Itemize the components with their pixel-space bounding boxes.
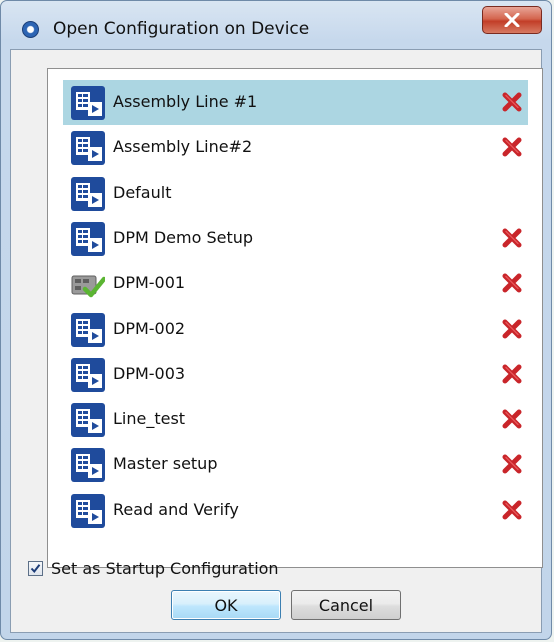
delete-icon[interactable] bbox=[501, 136, 523, 158]
config-list-item[interactable]: Line_test bbox=[63, 397, 528, 442]
config-name: DPM-001 bbox=[113, 273, 186, 293]
config-file-icon bbox=[71, 403, 105, 438]
title-bar[interactable]: Open Configuration on Device bbox=[1, 1, 551, 45]
config-file-icon bbox=[71, 312, 105, 347]
config-name: DPM-002 bbox=[113, 318, 186, 338]
ok-button[interactable]: OK bbox=[171, 590, 281, 620]
config-file-icon bbox=[71, 221, 105, 256]
cancel-button[interactable]: Cancel bbox=[291, 590, 401, 620]
eye-app-icon bbox=[22, 21, 39, 38]
config-list-item[interactable]: DPM-001 bbox=[63, 261, 528, 306]
dialog-body: Assembly Line #1 Assembly Line#2 Default… bbox=[10, 49, 543, 633]
delete-icon[interactable] bbox=[501, 318, 523, 340]
config-file-icon bbox=[71, 176, 105, 211]
config-file-icon bbox=[71, 448, 105, 483]
close-icon bbox=[504, 13, 520, 27]
config-list-item[interactable]: DPM Demo Setup bbox=[63, 216, 528, 261]
config-list-item[interactable]: DPM-002 bbox=[63, 307, 528, 352]
config-name: DPM Demo Setup bbox=[113, 227, 254, 247]
config-list-item[interactable]: Read and Verify bbox=[63, 488, 528, 533]
config-name: Assembly Line #1 bbox=[113, 92, 258, 111]
startup-checkbox[interactable] bbox=[28, 561, 43, 576]
delete-icon[interactable] bbox=[501, 408, 523, 430]
config-name: Master setup bbox=[113, 454, 218, 474]
window-title: Open Configuration on Device bbox=[53, 19, 310, 39]
delete-icon[interactable] bbox=[501, 227, 523, 249]
delete-icon[interactable] bbox=[501, 91, 523, 113]
config-name: Line_test bbox=[113, 409, 186, 429]
config-file-icon bbox=[71, 86, 105, 120]
config-name: DPM-003 bbox=[113, 363, 186, 383]
config-name: Read and Verify bbox=[113, 499, 239, 519]
delete-icon[interactable] bbox=[501, 363, 523, 385]
config-name: Assembly Line#2 bbox=[113, 137, 253, 157]
config-file-icon bbox=[71, 357, 105, 392]
delete-icon[interactable] bbox=[501, 453, 523, 475]
configuration-list[interactable]: Assembly Line #1 Assembly Line#2 Default… bbox=[47, 68, 543, 568]
dialog-window: Open Configuration on Device Assembly Li… bbox=[0, 0, 552, 640]
config-name: Default bbox=[113, 182, 172, 202]
checkmark-icon bbox=[30, 564, 41, 574]
active-config-icon bbox=[71, 275, 105, 298]
startup-option[interactable]: Set as Startup Configuration bbox=[28, 559, 279, 578]
config-list-item[interactable]: Assembly Line #1 bbox=[63, 80, 528, 125]
config-list-item[interactable]: Assembly Line#2 bbox=[63, 125, 528, 170]
config-list-item[interactable]: Master setup bbox=[63, 442, 528, 487]
config-list-item[interactable]: Default bbox=[63, 171, 528, 216]
config-list-item[interactable]: DPM-003 bbox=[63, 352, 528, 397]
delete-icon[interactable] bbox=[501, 272, 523, 294]
close-button[interactable] bbox=[482, 6, 542, 34]
startup-checkbox-label: Set as Startup Configuration bbox=[51, 559, 279, 578]
config-file-icon bbox=[71, 131, 105, 166]
config-file-icon bbox=[71, 493, 105, 528]
delete-icon[interactable] bbox=[501, 499, 523, 521]
